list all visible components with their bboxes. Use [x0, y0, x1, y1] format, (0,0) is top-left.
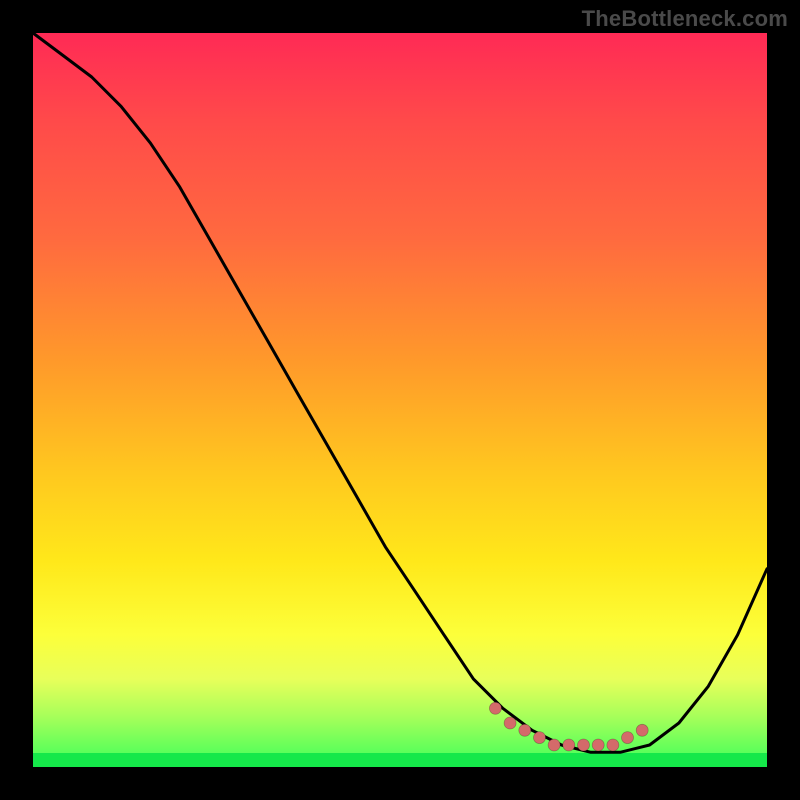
chart-frame: TheBottleneck.com — [0, 0, 800, 800]
plot-area — [33, 33, 767, 767]
chart-svg — [33, 33, 767, 767]
bottleneck-curve-line — [33, 33, 767, 752]
optimal-dot — [622, 732, 634, 744]
optimal-dot — [534, 732, 546, 744]
optimal-dot — [636, 724, 648, 736]
optimal-dot — [519, 724, 531, 736]
optimal-dot — [548, 739, 560, 751]
optimal-dot — [607, 739, 619, 751]
optimal-dot — [578, 739, 590, 751]
optimal-dot — [563, 739, 575, 751]
watermark-text: TheBottleneck.com — [582, 6, 788, 32]
optimal-dot — [489, 702, 501, 714]
optimal-range-dots — [489, 702, 648, 751]
optimal-dot — [592, 739, 604, 751]
optimal-dot — [504, 717, 516, 729]
